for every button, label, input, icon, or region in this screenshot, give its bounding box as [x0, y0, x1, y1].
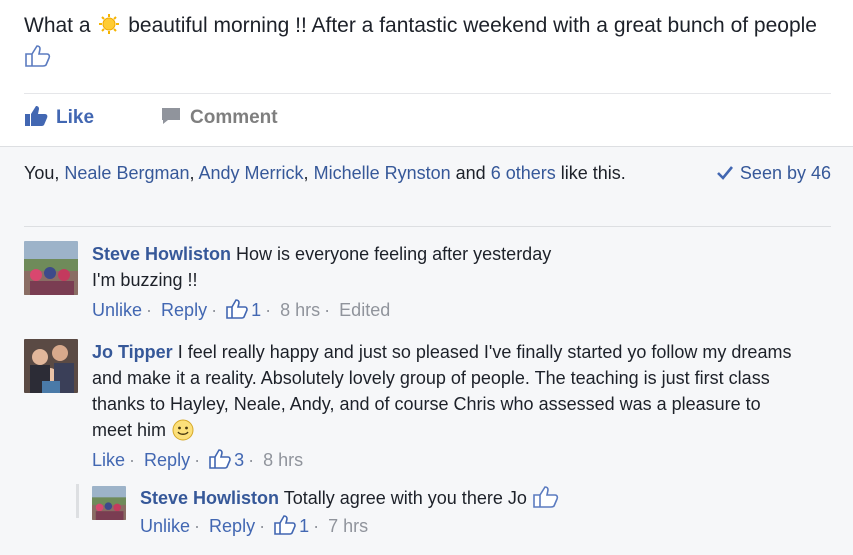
comment-text: How is everyone feeling after yesterday [236, 244, 552, 264]
comment-text-2: I'm buzzing !! [92, 270, 198, 290]
like-icon [25, 106, 48, 126]
unlike-link[interactable]: Unlike [92, 300, 142, 320]
comment-like-count[interactable]: 1 [226, 299, 261, 320]
comments-divider [24, 226, 831, 227]
seen-by-label: Seen by 46 [739, 163, 831, 183]
likes-summary: You, Neale Bergman, Andy Merrick, Michel… [24, 163, 626, 183]
thumbs-up-emoji-icon [532, 486, 560, 508]
comment-meta: Unlike · Reply · 1 · 8 hrs · Edited [92, 299, 391, 320]
post-text-start: What a [24, 14, 91, 37]
likes-you: You, [24, 163, 60, 183]
comment-button[interactable]: Comment [160, 104, 278, 132]
liker-link[interactable]: Michelle Rynston [314, 163, 451, 183]
comment: Steve Howliston How is everyone feeling … [92, 241, 832, 323]
comment-author[interactable]: Jo Tipper [92, 342, 173, 362]
avatar[interactable] [92, 486, 126, 520]
comment-meta: Like · Reply · 3 · 8 hrs [92, 449, 304, 470]
comment-time[interactable]: 8 hrs [263, 450, 303, 470]
comment-icon [162, 108, 180, 124]
reply-link[interactable]: Reply [144, 450, 190, 470]
comment-author[interactable]: Steve Howliston [140, 488, 279, 508]
unlike-link[interactable]: Unlike [140, 516, 190, 536]
liker-link[interactable]: Andy Merrick [199, 163, 304, 183]
comment-time[interactable]: 7 hrs [328, 516, 368, 536]
thumbs-up-icon [209, 449, 231, 469]
comment-text: I feel really happy and just so pleased … [92, 342, 792, 440]
thumbs-up-icon [274, 515, 296, 535]
smile-emoji-icon [171, 419, 195, 441]
comment-meta: Unlike · Reply · 1 · 7 hrs [140, 515, 369, 536]
reply-thread-line [76, 484, 79, 518]
reply-link[interactable]: Reply [161, 300, 207, 320]
post-divider [24, 93, 831, 94]
likes-and: and [455, 163, 486, 183]
comment-author[interactable]: Steve Howliston [92, 244, 231, 264]
like-label: Like [56, 107, 95, 128]
like-button[interactable]: Like [24, 104, 94, 132]
thumbs-up-icon [226, 299, 248, 319]
comment: Jo Tipper I feel really happy and just s… [92, 339, 804, 473]
likes-suffix: like this. [560, 163, 626, 183]
edited-label[interactable]: Edited [339, 300, 390, 320]
post-text: What a beautiful morning !! After a fant… [24, 10, 824, 78]
sun-emoji-icon [98, 13, 120, 35]
liker-link[interactable]: Neale Bergman [64, 163, 189, 183]
comment-like-count[interactable]: 3 [209, 449, 244, 470]
likes-others-link[interactable]: 6 others [491, 163, 556, 183]
seen-by[interactable]: Seen by 46 [716, 160, 831, 186]
comment-like-count[interactable]: 1 [274, 515, 309, 536]
comment-text: Totally agree with you there Jo [283, 488, 527, 508]
comment-time[interactable]: 8 hrs [280, 300, 320, 320]
avatar[interactable] [24, 339, 78, 393]
comment-label: Comment [190, 107, 278, 128]
avatar[interactable] [24, 241, 78, 295]
thumbs-up-emoji-icon [24, 44, 52, 78]
reply-link[interactable]: Reply [209, 516, 255, 536]
reply-comment: Steve Howliston Totally agree with you t… [140, 485, 830, 539]
like-link[interactable]: Like [92, 450, 125, 470]
checkmark-icon [717, 166, 733, 180]
post-text-end: beautiful morning !! After a fantastic w… [128, 14, 817, 37]
